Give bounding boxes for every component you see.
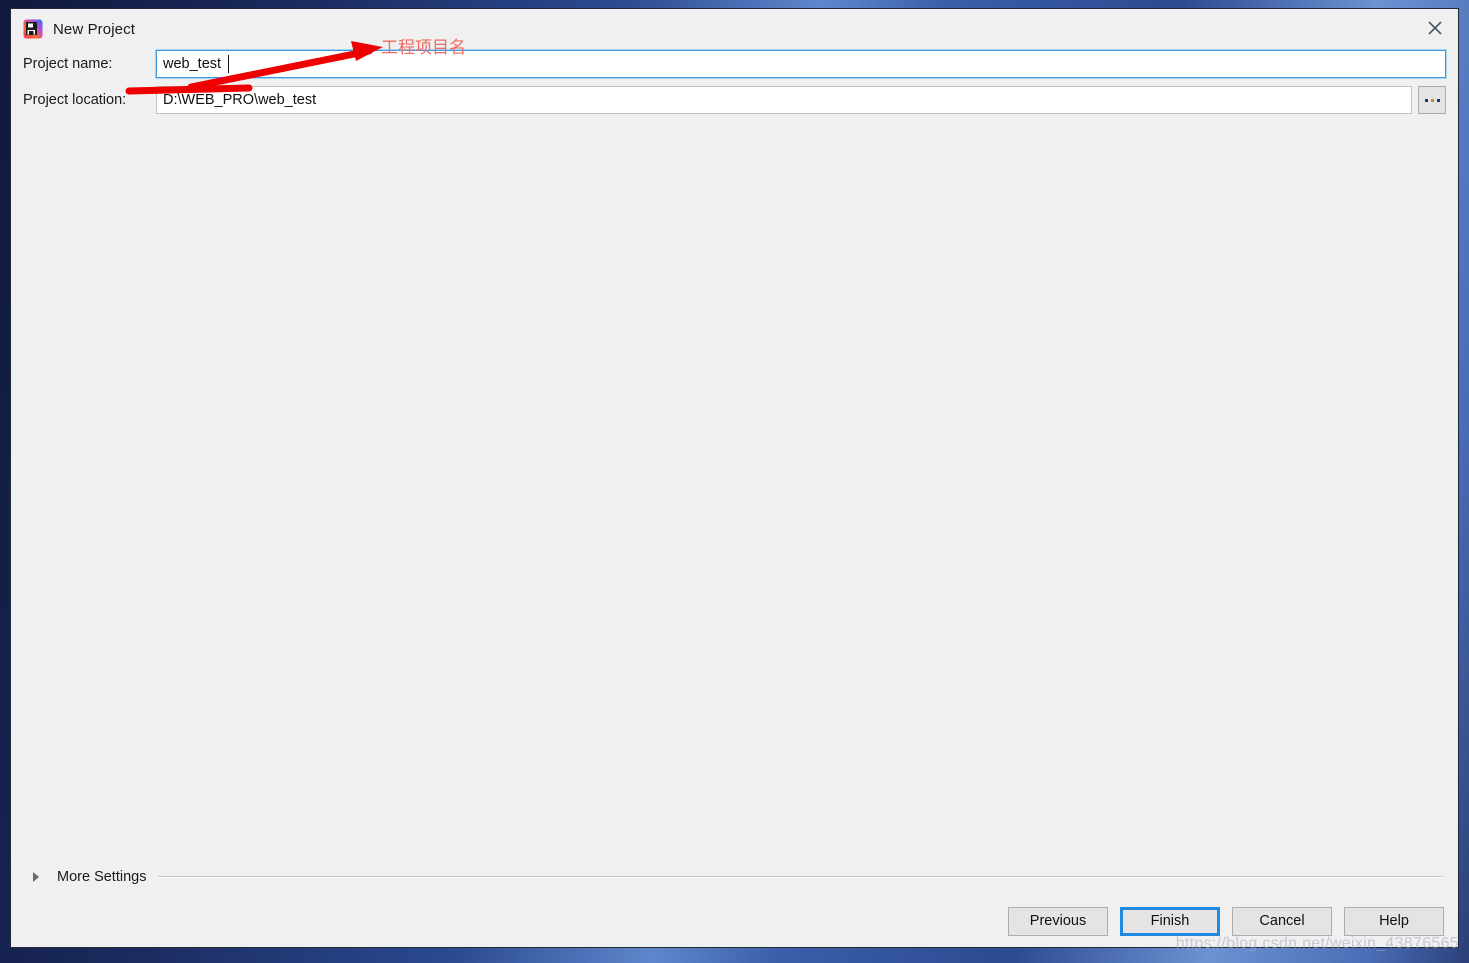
dialog-titlebar: New Project (11, 9, 1458, 49)
previous-button[interactable]: Previous (1008, 906, 1108, 936)
new-project-dialog: New Project Project name: Project locati… (10, 8, 1459, 948)
desktop-background: New Project Project name: Project locati… (0, 0, 1469, 963)
cancel-button[interactable]: Cancel (1232, 906, 1332, 936)
annotation-chinese-note: 工程项目名 (381, 38, 466, 58)
project-name-input[interactable] (156, 50, 1446, 78)
project-name-row: Project name: (23, 49, 1446, 79)
intellij-idea-logo-icon (23, 19, 43, 39)
project-name-input-wrap (156, 50, 1446, 78)
finish-button[interactable]: Finish (1120, 906, 1220, 936)
section-divider (158, 876, 1444, 878)
browse-dot-3 (1436, 98, 1440, 102)
chevron-right-icon[interactable] (33, 872, 45, 882)
browse-location-button[interactable] (1418, 86, 1446, 114)
dialog-body-empty-area (11, 121, 1458, 865)
dialog-title: New Project (53, 20, 135, 38)
text-caret (228, 55, 229, 73)
close-icon[interactable] (1412, 9, 1458, 47)
project-location-row: Project location: (23, 85, 1446, 115)
dialog-button-bar: Previous Finish Cancel Help (11, 895, 1458, 947)
help-button[interactable]: Help (1344, 906, 1444, 936)
project-name-label: Project name: (23, 56, 113, 72)
more-settings-label: More Settings (57, 869, 147, 885)
project-form: Project name: Project location: (11, 49, 1458, 121)
more-settings-section[interactable]: More Settings (11, 865, 1458, 889)
browse-dot-2 (1430, 98, 1434, 102)
project-location-input[interactable] (156, 86, 1412, 114)
browse-dot-1 (1424, 98, 1428, 102)
project-location-label: Project location: (23, 92, 127, 108)
